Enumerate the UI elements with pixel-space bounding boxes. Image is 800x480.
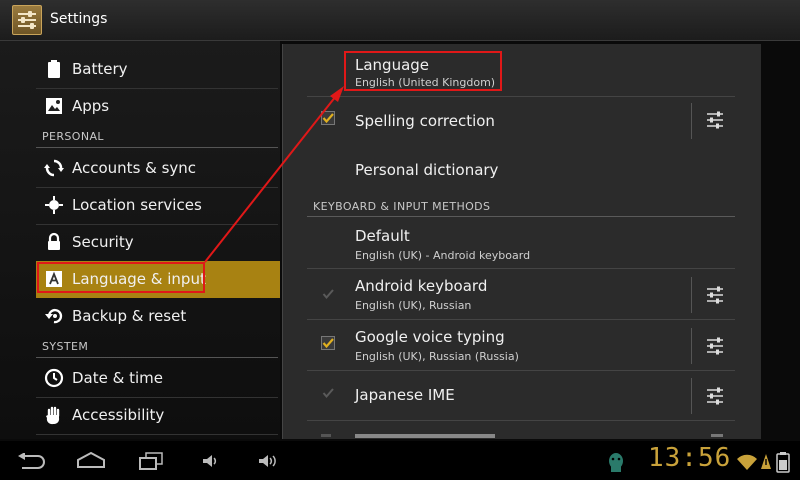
status-clock: 13:56 (648, 443, 732, 473)
wifi-icon (737, 454, 757, 470)
recent-apps-icon[interactable] (138, 452, 164, 470)
battery-status-icon (776, 452, 790, 473)
back-icon[interactable] (16, 453, 46, 469)
volume-up-icon[interactable] (258, 454, 280, 468)
volume-down-icon[interactable] (202, 454, 220, 468)
home-icon[interactable] (76, 451, 106, 469)
system-navigation-bar: 13:56 (0, 441, 800, 480)
android-debug-icon (609, 453, 623, 472)
alert-icon (761, 454, 771, 469)
annotation-arrow (204, 86, 344, 263)
